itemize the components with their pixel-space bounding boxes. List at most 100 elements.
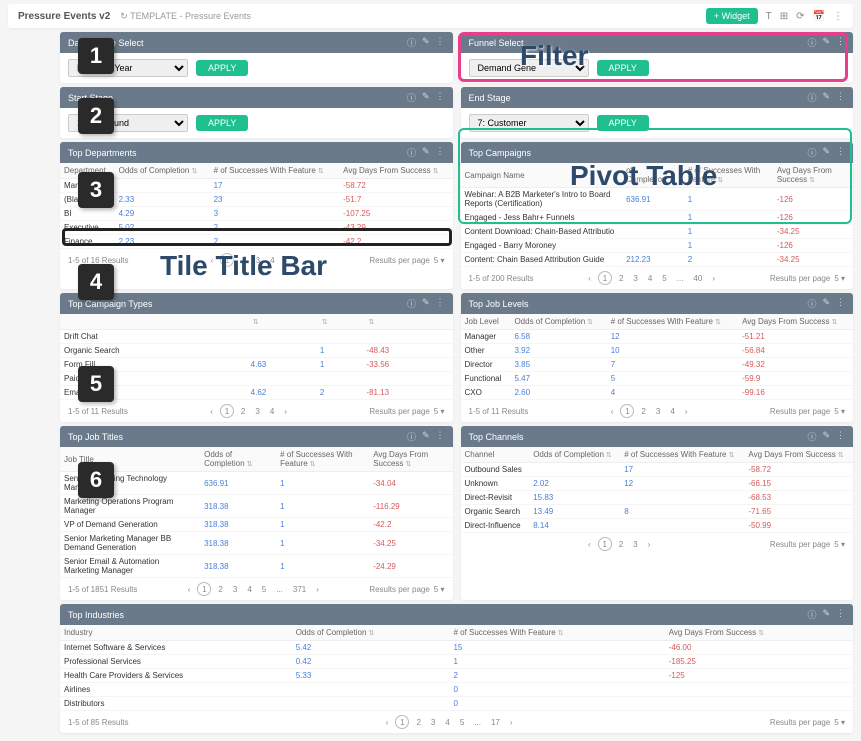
col-header[interactable]: Avg Days From Success⇅	[339, 163, 452, 179]
table-row[interactable]: Senior Marketing Technology Manager636.9…	[60, 472, 453, 495]
page-number[interactable]: 2	[616, 273, 626, 284]
table-row[interactable]: (Blank)2.3323-51.7	[60, 193, 453, 207]
table-row[interactable]: Distributors0	[60, 697, 853, 711]
page-number[interactable]: ...	[273, 584, 286, 595]
edit-icon[interactable]: ✎	[422, 297, 430, 310]
col-header[interactable]: Avg Days From Success⇅	[665, 625, 853, 641]
prev-page[interactable]: ‹	[585, 273, 594, 284]
edit-icon[interactable]: ✎	[822, 297, 830, 310]
table-row[interactable]: Outbound Sales17-58.72	[461, 463, 854, 477]
rpp-value[interactable]: 5 ▾	[434, 585, 445, 594]
info-icon[interactable]: ⓘ	[807, 91, 816, 104]
table-row[interactable]: Form Fill4.631-33.56	[60, 358, 453, 372]
page-number[interactable]: 17	[488, 717, 503, 728]
rpp-value[interactable]: 5 ▾	[834, 407, 845, 416]
col-header[interactable]: Odds of Completion⇅	[115, 163, 210, 179]
page-number[interactable]: 1	[598, 271, 612, 285]
col-header[interactable]: Odds of Completion⇅	[529, 447, 620, 463]
more-icon[interactable]: ⋮	[436, 297, 445, 310]
rpp-value[interactable]: 5 ▾	[834, 274, 845, 283]
info-icon[interactable]: ⓘ	[407, 91, 416, 104]
more-icon[interactable]: ⋮	[836, 297, 845, 310]
table-row[interactable]: Airlines0	[60, 683, 853, 697]
prev-page[interactable]: ‹	[207, 406, 216, 417]
more-icon[interactable]: ⋮	[436, 36, 445, 49]
col-header[interactable]: Channel	[461, 447, 530, 463]
rpp-value[interactable]: 5 ▾	[834, 540, 845, 549]
col-header[interactable]: ⇅	[362, 314, 452, 330]
table-row[interactable]: Manager6.5812-51.21	[461, 330, 854, 344]
table-row[interactable]: Senior Email & Automation Marketing Mana…	[60, 555, 453, 578]
col-header[interactable]: Avg Days From Success⇅	[773, 163, 853, 188]
table-row[interactable]: Engaged - Jess Bahr+ Funnels1-126	[461, 211, 854, 225]
next-page[interactable]: ›	[645, 539, 654, 550]
info-icon[interactable]: ⓘ	[807, 146, 816, 159]
table-row[interactable]: Marketing17-58.72	[60, 179, 453, 193]
edit-icon[interactable]: ✎	[822, 146, 830, 159]
more-icon[interactable]: ⋮	[836, 36, 845, 49]
rpp-value[interactable]: 5 ▾	[434, 407, 445, 416]
col-header[interactable]: ⇅	[316, 314, 363, 330]
table-row[interactable]: Finance2.232-42.2	[60, 235, 453, 249]
end-stage-select[interactable]: 7: Customer	[469, 114, 589, 132]
table-row[interactable]: Executive5.022-43.29	[60, 221, 453, 235]
col-header[interactable]: # of Successes With Feature⇅	[276, 447, 369, 472]
page-number[interactable]: 3	[230, 584, 240, 595]
more-icon[interactable]: ⋮	[836, 146, 845, 159]
table-row[interactable]: Content Download: Chain-Based Attributio…	[461, 225, 854, 239]
page-number[interactable]: 2	[413, 717, 423, 728]
info-icon[interactable]: ⓘ	[807, 608, 816, 621]
calendar-icon[interactable]: 📅	[813, 11, 825, 22]
page-number[interactable]: 1	[598, 537, 612, 551]
page-number[interactable]: 2	[215, 584, 225, 595]
apply-button[interactable]: APPLY	[597, 115, 649, 131]
col-header[interactable]: Avg Days From Success⇅	[738, 314, 853, 330]
edit-icon[interactable]: ✎	[822, 608, 830, 621]
next-page[interactable]: ›	[709, 273, 718, 284]
table-row[interactable]: Professional Services0.421-185.25	[60, 655, 853, 669]
more-icon[interactable]: ⋮	[833, 11, 843, 22]
table-row[interactable]: Health Care Providers & Services5.332-12…	[60, 669, 853, 683]
edit-icon[interactable]: ✎	[422, 36, 430, 49]
template-label[interactable]: ↻ TEMPLATE - Pressure Events	[120, 11, 251, 22]
page-number[interactable]: ...	[471, 717, 484, 728]
table-row[interactable]: Director3.857-49.32	[461, 358, 854, 372]
page-number[interactable]: 3	[653, 406, 663, 417]
page-number[interactable]: 2	[238, 406, 248, 417]
refresh-icon[interactable]: ⟳	[796, 11, 804, 22]
rpp-value[interactable]: 5 ▾	[834, 718, 845, 727]
col-header[interactable]	[60, 314, 247, 330]
col-header[interactable]: Odds of Completion⇅	[510, 314, 606, 330]
edit-icon[interactable]: ✎	[422, 146, 430, 159]
page-number[interactable]: 3	[252, 406, 262, 417]
page-number[interactable]: 1	[395, 715, 409, 729]
col-header[interactable]: Job Level	[461, 314, 511, 330]
prev-page[interactable]: ‹	[383, 717, 392, 728]
more-icon[interactable]: ⋮	[436, 430, 445, 443]
col-header[interactable]: Industry	[60, 625, 292, 641]
table-row[interactable]: Direct-Revisit15.83-68.53	[461, 491, 854, 505]
col-header[interactable]: Odds of Completion⇅	[292, 625, 450, 641]
page-number[interactable]: 5	[659, 273, 669, 284]
page-number[interactable]: 1	[620, 404, 634, 418]
page-number[interactable]: 371	[290, 584, 309, 595]
page-number[interactable]: 4	[667, 406, 677, 417]
page-number[interactable]: ...	[674, 273, 687, 284]
table-row[interactable]: Other3.9210-56.84	[461, 344, 854, 358]
edit-icon[interactable]: ✎	[422, 430, 430, 443]
table-row[interactable]: Senior Marketing Manager BB Demand Gener…	[60, 532, 453, 555]
col-header[interactable]: Odds of Completion⇅	[200, 447, 276, 472]
table-row[interactable]: Internet Software & Services5.4215-46.00	[60, 641, 853, 655]
more-icon[interactable]: ⋮	[436, 146, 445, 159]
page-number[interactable]: 4	[244, 584, 254, 595]
table-row[interactable]: Content: Chain Based Attribution Guide21…	[461, 253, 854, 267]
page-number[interactable]: 40	[690, 273, 705, 284]
page-number[interactable]: 3	[630, 539, 640, 550]
info-icon[interactable]: ⓘ	[807, 297, 816, 310]
page-number[interactable]: 5	[457, 717, 467, 728]
apply-button[interactable]: APPLY	[597, 60, 649, 76]
next-page[interactable]: ›	[313, 584, 322, 595]
table-row[interactable]: VP of Demand Generation318.381-42.2	[60, 518, 453, 532]
more-icon[interactable]: ⋮	[836, 91, 845, 104]
page-number[interactable]: 4	[442, 717, 452, 728]
